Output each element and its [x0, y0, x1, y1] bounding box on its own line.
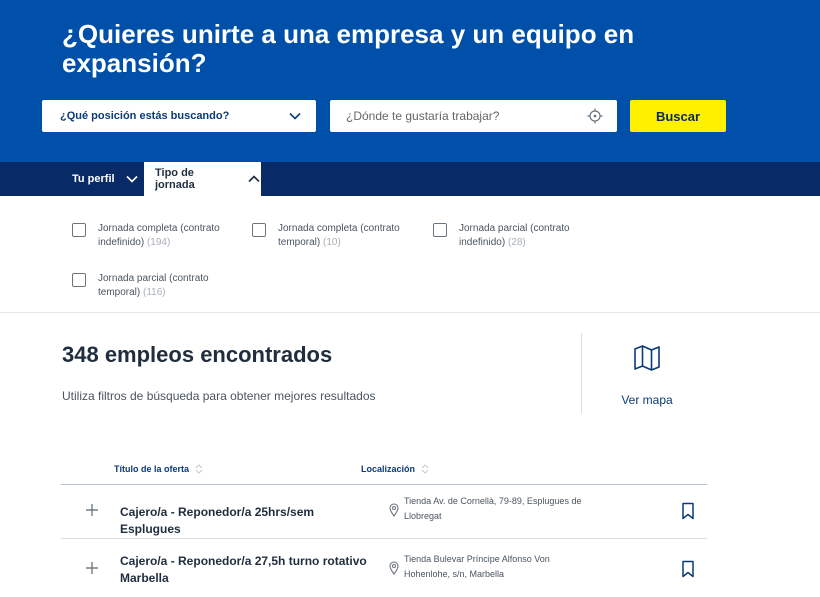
- chevron-down-icon: [288, 109, 302, 123]
- checkbox[interactable]: [72, 273, 86, 287]
- tab-profile[interactable]: Tu perfil: [62, 162, 144, 196]
- location-input[interactable]: [346, 109, 587, 123]
- map-icon[interactable]: [633, 344, 661, 372]
- filter-count: (116): [143, 287, 166, 298]
- position-dropdown-label: ¿Qué posición estás buscando?: [60, 110, 230, 122]
- results-count-heading: 348 empleos encontrados: [62, 342, 333, 367]
- job-title[interactable]: Cajero/a - Reponedor/a 27,5h turno rotat…: [120, 553, 370, 587]
- vertical-divider: [581, 333, 582, 413]
- table-row[interactable]: Cajero/a - Reponedor/a 27,5h turno rotat…: [61, 539, 707, 597]
- tab-profile-label: Tu perfil: [72, 173, 115, 185]
- sort-icon: [421, 464, 429, 474]
- chevron-down-icon: [125, 172, 139, 186]
- filter-full-time-temporary[interactable]: Jornada completa (contrato temporal) (10…: [252, 222, 422, 250]
- tab-work-schedule-label: Tipo de jornada: [155, 167, 195, 191]
- filter-part-time-temporary[interactable]: Jornada parcial (contrato temporal) (116…: [72, 272, 242, 300]
- sort-icon: [195, 464, 203, 474]
- hero-title: ¿Quieres unirte a una empresa y un equip…: [62, 19, 635, 78]
- hero-banner: ¿Quieres unirte a una empresa y un equip…: [0, 0, 820, 162]
- chevron-up-icon: [247, 172, 261, 186]
- column-header-label: Título de la oferta: [114, 464, 190, 474]
- job-location: Tienda Bulevar Príncipe Alfonso Von Hohe…: [404, 554, 550, 579]
- filter-label: Jornada completa (contrato indefinido) (…: [98, 222, 242, 250]
- job-location: Tienda Av. de Cornellà, 79-89, Esplugues…: [404, 496, 582, 521]
- tab-work-schedule[interactable]: Tipo de jornada: [144, 162, 261, 196]
- filter-tab-bar: Tu perfil Tipo de jornada: [0, 162, 820, 196]
- checkbox[interactable]: [252, 223, 266, 237]
- job-title[interactable]: Cajero/a - Reponedor/a 25hrs/sem Esplugu…: [120, 504, 370, 538]
- position-dropdown[interactable]: ¿Qué posición estás buscando?: [42, 100, 316, 132]
- bookmark-icon[interactable]: [681, 502, 695, 520]
- filter-label: Jornada completa (contrato temporal) (10…: [278, 222, 422, 250]
- filter-part-time-permanent[interactable]: Jornada parcial (contrato indefinido) (2…: [433, 222, 603, 250]
- column-header-label: Localización: [361, 464, 416, 474]
- filter-label: Jornada parcial (contrato indefinido) (2…: [459, 222, 603, 250]
- checkbox[interactable]: [72, 223, 86, 237]
- view-map-link[interactable]: Ver mapa: [600, 393, 694, 407]
- filter-count: (28): [507, 237, 526, 248]
- location-pin-icon: [389, 561, 399, 575]
- bookmark-icon[interactable]: [681, 560, 695, 578]
- search-button[interactable]: Buscar: [630, 100, 726, 132]
- filter-count: (194): [146, 237, 171, 248]
- filter-label: Jornada parcial (contrato temporal) (116…: [98, 272, 242, 300]
- plus-icon[interactable]: [85, 503, 99, 517]
- column-header-title[interactable]: Título de la oferta: [114, 464, 203, 474]
- results-hint: Utiliza filtros de búsqueda para obtener…: [62, 389, 376, 403]
- filter-full-time-permanent[interactable]: Jornada completa (contrato indefinido) (…: [72, 222, 242, 250]
- location-field[interactable]: [330, 100, 617, 132]
- location-pin-icon: [389, 503, 399, 517]
- filter-count: (10): [323, 237, 341, 248]
- checkbox[interactable]: [433, 223, 447, 237]
- work-schedule-filters: Jornada completa (contrato indefinido) (…: [0, 196, 820, 313]
- plus-icon[interactable]: [85, 561, 99, 575]
- table-row[interactable]: Cajero/a - Reponedor/a 25hrs/sem Esplugu…: [61, 485, 707, 538]
- column-header-location[interactable]: Localización: [361, 464, 429, 474]
- crosshair-icon[interactable]: [587, 108, 603, 124]
